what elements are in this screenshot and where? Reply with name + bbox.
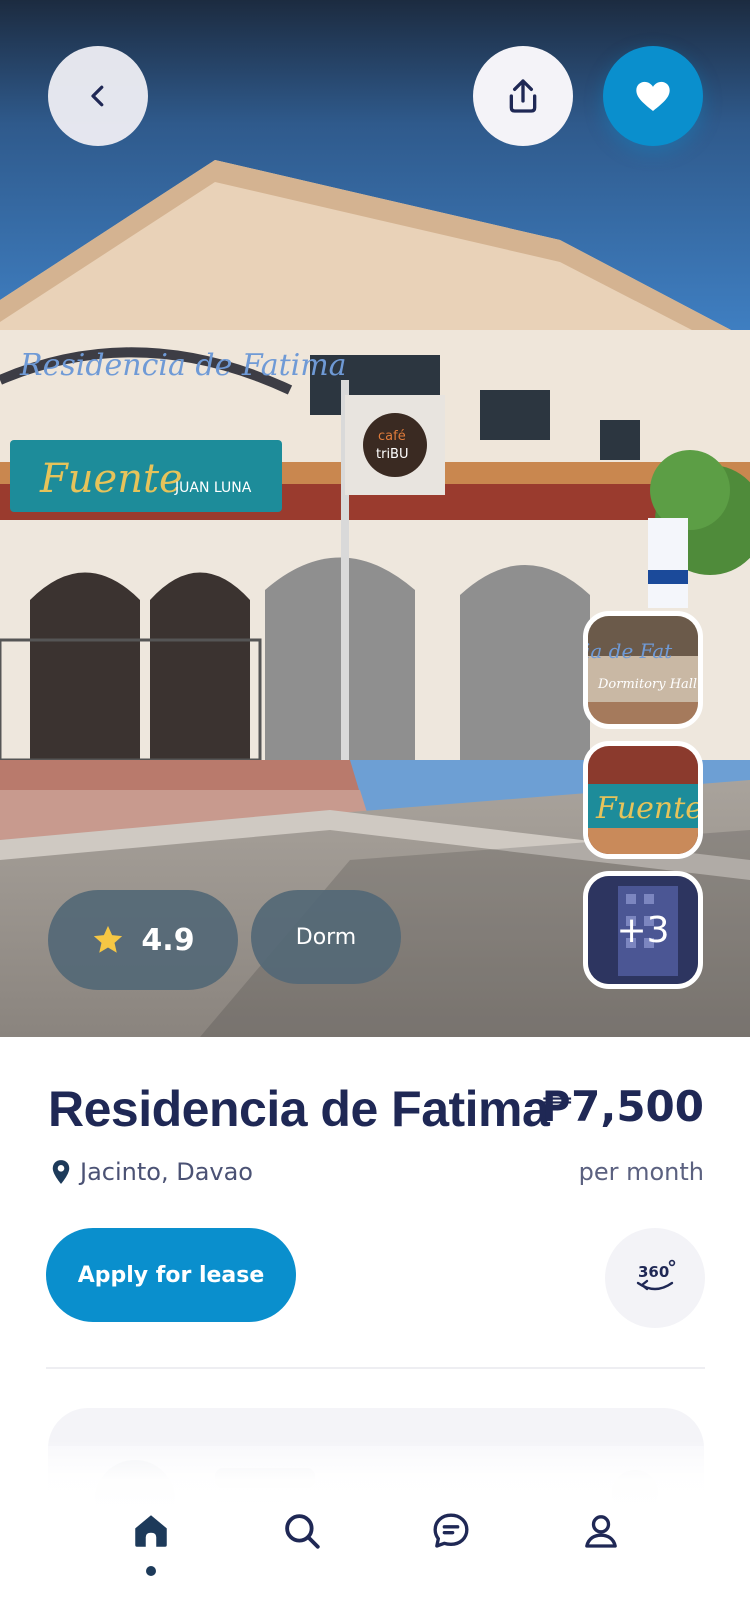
location-text: Jacinto, Davao <box>80 1158 253 1186</box>
gallery-more-photos[interactable]: +3 <box>583 871 703 989</box>
svg-text:triBU: triBU <box>376 447 409 462</box>
share-button[interactable] <box>473 46 573 146</box>
chat-icon <box>433 1513 469 1548</box>
share-icon <box>509 79 537 113</box>
rating-value: 4.9 <box>141 922 195 958</box>
svg-text:Dormitory Hall: Dormitory Hall <box>597 677 697 692</box>
svg-text:Residencia de Fatima: Residencia de Fatima <box>19 348 347 383</box>
listing-location: Jacinto, Davao <box>50 1158 253 1186</box>
gallery-thumbnail[interactable]: Fuente <box>583 741 703 859</box>
bottom-navigation <box>0 1440 750 1624</box>
rotate-360-icon: 360 <box>636 1259 676 1291</box>
property-type-badge: Dorm <box>251 890 401 984</box>
back-button[interactable] <box>48 46 148 146</box>
heart-icon <box>636 81 670 111</box>
price-period: per month <box>578 1158 704 1186</box>
nav-profile[interactable] <box>576 1506 626 1556</box>
favorite-button[interactable] <box>603 46 703 146</box>
listing-price: ₱7,500 <box>541 1082 704 1131</box>
nav-home[interactable] <box>126 1506 176 1556</box>
listing-title: Residencia de Fatima <box>48 1081 550 1137</box>
star-icon <box>94 925 123 953</box>
home-icon <box>135 1515 167 1547</box>
active-nav-indicator <box>146 1566 156 1576</box>
hero-gallery: Fuente JUAN LUNA Residencia de Fatima ca… <box>0 0 750 1037</box>
search-icon <box>285 1514 320 1549</box>
svg-text:Fuente: Fuente <box>595 791 698 826</box>
location-pin-icon <box>52 1160 70 1184</box>
svg-text:café: café <box>378 429 406 444</box>
svg-text:ia de Fat: ia de Fat <box>588 639 673 663</box>
thumbnail-photo: Fuente <box>588 746 698 854</box>
thumbnail-photo: ia de Fat Dormitory Hall <box>588 616 698 724</box>
rating-badge: 4.9 <box>48 890 238 990</box>
gallery-thumbnail[interactable]: ia de Fat Dormitory Hall <box>583 611 703 729</box>
profile-icon <box>585 1515 617 1548</box>
chevron-left-icon <box>91 85 104 107</box>
svg-text:JUAN LUNA: JUAN LUNA <box>174 480 252 496</box>
section-divider <box>46 1367 705 1369</box>
nav-search[interactable] <box>277 1506 327 1556</box>
view-360-label: 360 <box>638 1263 669 1281</box>
nav-messages[interactable] <box>426 1506 476 1556</box>
more-photos-count: +3 <box>616 909 670 951</box>
svg-text:Fuente: Fuente <box>39 456 183 502</box>
view-360-button[interactable]: 360 <box>605 1228 705 1328</box>
apply-lease-button[interactable]: Apply for lease <box>46 1228 296 1322</box>
